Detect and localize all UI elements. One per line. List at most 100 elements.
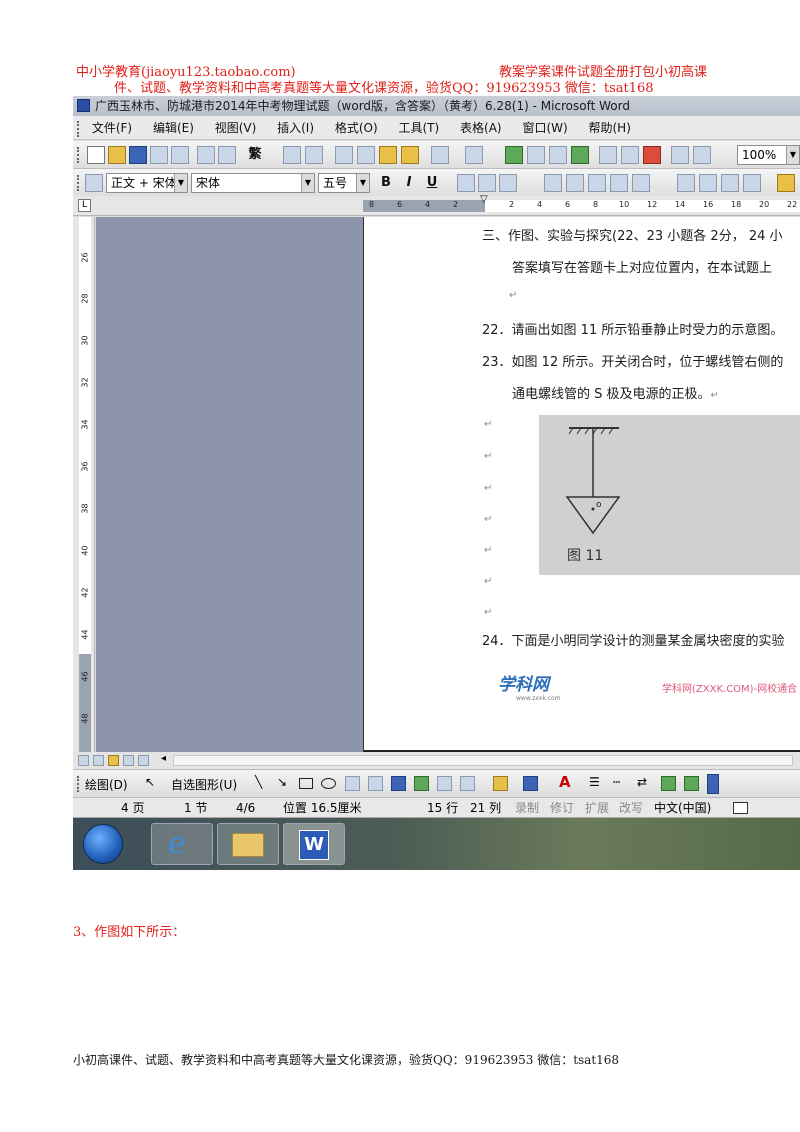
vertical-textbox-icon[interactable]: [368, 776, 383, 791]
line-style-icon[interactable]: ☰: [589, 775, 600, 789]
shadow-icon[interactable]: [661, 776, 676, 791]
menu-table[interactable]: 表格(A): [460, 116, 502, 140]
tables-borders-icon[interactable]: [527, 146, 545, 164]
copy-icon[interactable]: [357, 146, 375, 164]
menu-edit[interactable]: 编辑(E): [153, 116, 194, 140]
styles-pane-icon[interactable]: [85, 174, 103, 192]
dash-style-icon[interactable]: ┅: [613, 775, 620, 789]
font-size-select[interactable]: 五号 ▼: [318, 173, 370, 193]
normal-view-icon[interactable]: [78, 755, 89, 766]
menu-view[interactable]: 视图(V): [215, 116, 257, 140]
rectangle-tool-icon[interactable]: [299, 778, 313, 789]
wordart-icon[interactable]: [391, 776, 406, 791]
web-view-icon[interactable]: [93, 755, 104, 766]
show-hide-icon[interactable]: [671, 146, 689, 164]
spelling-status-icon[interactable]: [733, 802, 748, 814]
insert-table-icon[interactable]: [549, 146, 567, 164]
fill-color-icon[interactable]: [493, 776, 508, 791]
arrow-style-icon[interactable]: ⇄: [637, 775, 647, 789]
menu-window[interactable]: 窗口(W): [522, 116, 567, 140]
new-document-icon[interactable]: [87, 146, 105, 164]
char-scale-icon[interactable]: [499, 174, 517, 192]
traditional-chinese-button[interactable]: 繁: [245, 146, 265, 164]
taskbar-word-button[interactable]: W: [283, 823, 345, 865]
3d-icon[interactable]: [684, 776, 699, 791]
menu-insert[interactable]: 插入(I): [277, 116, 314, 140]
menu-help[interactable]: 帮助(H): [589, 116, 631, 140]
spelling-icon[interactable]: [283, 146, 301, 164]
bold-button[interactable]: B: [376, 174, 396, 192]
justify-icon[interactable]: [610, 174, 628, 192]
vertical-ruler[interactable]: 26 28 30 32 34 36 38 40 42 44 46 48: [73, 217, 95, 752]
columns-icon[interactable]: [599, 146, 617, 164]
status-record[interactable]: 录制: [515, 798, 539, 818]
picture-icon[interactable]: [460, 776, 475, 791]
redo-icon[interactable]: [465, 146, 483, 164]
reading-icon[interactable]: [693, 146, 711, 164]
horizontal-ruler[interactable]: L 8 6 4 2 ▽ 2 4 6 8 10 12 14 16 18 20 22: [73, 194, 800, 216]
align-center-icon[interactable]: [566, 174, 584, 192]
status-extend[interactable]: 扩展: [585, 798, 609, 818]
outline-view-icon[interactable]: [123, 755, 134, 766]
align-right-icon[interactable]: [588, 174, 606, 192]
undo-icon[interactable]: [431, 146, 449, 164]
horizontal-scrollbar[interactable]: [173, 755, 793, 766]
save-icon[interactable]: [129, 146, 147, 164]
permission-icon[interactable]: [150, 146, 168, 164]
decrease-indent-icon[interactable]: [721, 174, 739, 192]
char-border-icon[interactable]: [457, 174, 475, 192]
arrow-tool-icon[interactable]: ↘: [277, 775, 287, 789]
oval-tool-icon[interactable]: [321, 778, 336, 789]
hyperlink-icon[interactable]: [505, 146, 523, 164]
paste-icon[interactable]: [379, 146, 397, 164]
textbox-icon[interactable]: [345, 776, 360, 791]
align-left-icon[interactable]: [544, 174, 562, 192]
reading-view-icon[interactable]: [138, 755, 149, 766]
line-spacing-icon[interactable]: [632, 174, 650, 192]
taskbar-explorer-button[interactable]: [217, 823, 279, 865]
line-tool-icon[interactable]: ╲: [255, 775, 262, 789]
scroll-left-icon[interactable]: ◂: [161, 753, 166, 764]
underline-button[interactable]: U: [422, 174, 442, 192]
italic-button[interactable]: I: [399, 174, 419, 192]
research-icon[interactable]: [305, 146, 323, 164]
menu-format[interactable]: 格式(O): [335, 116, 378, 140]
cut-icon[interactable]: [335, 146, 353, 164]
tab-selector-icon[interactable]: L: [78, 199, 91, 212]
diagram-icon[interactable]: [414, 776, 429, 791]
toolbar-options-icon[interactable]: [707, 774, 719, 794]
format-painter-icon[interactable]: [401, 146, 419, 164]
menu-file[interactable]: 文件(F): [92, 116, 132, 140]
status-track-changes[interactable]: 修订: [550, 798, 574, 818]
email-icon[interactable]: [171, 146, 189, 164]
line-color-icon[interactable]: [523, 776, 538, 791]
indent-marker-icon[interactable]: ▽: [480, 194, 488, 205]
highlight-icon[interactable]: [777, 174, 795, 192]
document-map-icon[interactable]: [643, 146, 661, 164]
font-select[interactable]: 宋体 ▼: [191, 173, 315, 193]
increase-indent-icon[interactable]: [743, 174, 761, 192]
document-page[interactable]: 三、作图、实验与探究(22、23 小题各 2分， 24 小 答案填写在答题卡上对…: [363, 217, 800, 752]
open-folder-icon[interactable]: [108, 146, 126, 164]
style-select[interactable]: 正文 + 宋体 ▼: [106, 173, 188, 193]
start-button-icon[interactable]: [83, 824, 123, 864]
font-color-icon[interactable]: A: [559, 773, 571, 791]
zoom-select[interactable]: 100% ▼: [737, 145, 800, 165]
print-icon[interactable]: [197, 146, 215, 164]
char-shading-icon[interactable]: [478, 174, 496, 192]
numbering-icon[interactable]: [677, 174, 695, 192]
print-layout-view-icon[interactable]: [108, 755, 119, 766]
section-heading: 三、作图、实验与探究(22、23 小题各 2分， 24 小: [482, 229, 783, 244]
draw-menu-button[interactable]: 绘图(D): [85, 776, 128, 793]
print-preview-icon[interactable]: [218, 146, 236, 164]
drawing-icon[interactable]: [621, 146, 639, 164]
menu-tools[interactable]: 工具(T): [399, 116, 440, 140]
figure-11-image[interactable]: o 图 11: [539, 415, 800, 575]
taskbar-ie-button[interactable]: e: [151, 823, 213, 865]
insert-excel-icon[interactable]: [571, 146, 589, 164]
bullets-icon[interactable]: [699, 174, 717, 192]
select-objects-icon[interactable]: ↖: [145, 775, 155, 789]
status-overtype[interactable]: 改写: [619, 798, 643, 818]
clipart-icon[interactable]: [437, 776, 452, 791]
autoshape-menu-button[interactable]: 自选图形(U): [171, 776, 237, 793]
